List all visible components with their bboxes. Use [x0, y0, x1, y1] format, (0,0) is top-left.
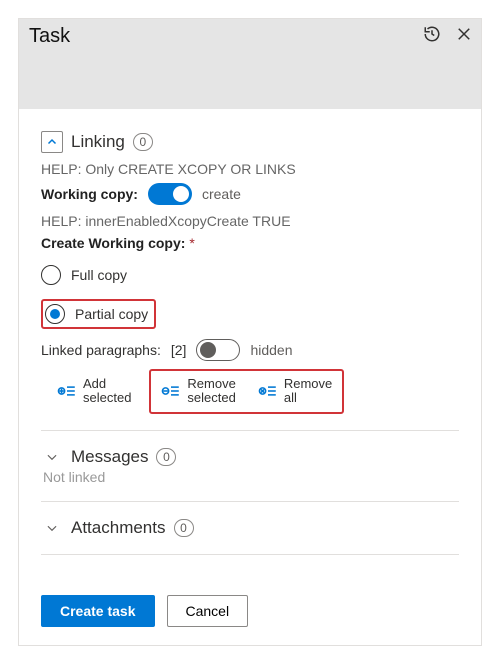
attachments-count-badge: 0	[174, 519, 194, 537]
create-task-button[interactable]: Create task	[41, 595, 155, 627]
linking-count-badge: 0	[133, 133, 153, 151]
divider	[41, 430, 459, 431]
panel-title: Task	[29, 25, 70, 47]
radio-icon-checked[interactable]	[45, 304, 65, 324]
panel-footer: Create task Cancel	[19, 581, 481, 645]
add-selected-button[interactable]: Add selected	[51, 373, 137, 410]
working-copy-toggle-text: create	[202, 186, 241, 202]
help-text-2: HELP: innerEnabledXcopyCreate TRUE	[41, 213, 459, 229]
task-panel: Task Linking 0 HELP: Only CREA	[18, 18, 482, 646]
add-selected-label: Add selected	[83, 377, 131, 406]
working-copy-toggle[interactable]	[148, 183, 192, 205]
create-working-copy-label: Create Working copy: *	[41, 235, 459, 251]
remove-all-label: Remove all	[284, 377, 332, 406]
add-list-icon	[57, 384, 77, 398]
help-text-1: HELP: Only CREATE XCOPY OR LINKS	[41, 161, 459, 177]
radio-full-copy[interactable]: Full copy	[41, 265, 459, 285]
section-messages-header[interactable]: Messages 0	[41, 447, 459, 467]
cancel-button[interactable]: Cancel	[167, 595, 249, 627]
divider	[41, 554, 459, 555]
section-attachments-title: Attachments	[71, 518, 166, 538]
highlighted-remove-actions: Remove selected Remove all	[149, 369, 344, 414]
remove-all-button[interactable]: Remove all	[252, 373, 338, 410]
chevron-up-icon[interactable]	[41, 131, 63, 153]
section-linking-header[interactable]: Linking 0	[41, 131, 459, 153]
radio-partial-copy-row: Partial copy	[41, 299, 459, 329]
remove-all-icon	[258, 384, 278, 398]
linked-paragraphs-count: [2]	[171, 342, 187, 358]
divider	[41, 501, 459, 502]
panel-body: Linking 0 HELP: Only CREATE XCOPY OR LIN…	[19, 109, 481, 581]
working-copy-row: Working copy: create	[41, 183, 459, 205]
remove-list-icon	[161, 384, 181, 398]
messages-not-linked: Not linked	[41, 469, 459, 485]
header-icons	[423, 25, 473, 43]
radio-partial-copy-label: Partial copy	[75, 306, 148, 322]
linked-paragraphs-row: Linked paragraphs: [2] hidden	[41, 339, 459, 361]
working-copy-label: Working copy:	[41, 186, 138, 202]
radio-full-copy-label: Full copy	[71, 267, 127, 283]
radio-icon-unchecked[interactable]	[41, 265, 61, 285]
section-linking-title: Linking	[71, 132, 125, 152]
panel-header: Task	[19, 19, 481, 109]
hidden-toggle[interactable]	[196, 339, 240, 361]
paragraph-actions: Add selected Remove selected	[41, 369, 459, 414]
remove-selected-label: Remove selected	[187, 377, 235, 406]
hidden-toggle-label: hidden	[250, 342, 292, 358]
close-icon[interactable]	[455, 25, 473, 43]
remove-selected-button[interactable]: Remove selected	[155, 373, 241, 410]
chevron-down-icon[interactable]	[41, 450, 63, 464]
history-icon[interactable]	[423, 25, 441, 43]
linked-paragraphs-label: Linked paragraphs:	[41, 342, 161, 358]
section-attachments-header[interactable]: Attachments 0	[41, 518, 459, 538]
chevron-down-icon[interactable]	[41, 521, 63, 535]
required-asterisk: *	[189, 235, 194, 251]
messages-count-badge: 0	[156, 448, 176, 466]
section-messages-title: Messages	[71, 447, 148, 467]
